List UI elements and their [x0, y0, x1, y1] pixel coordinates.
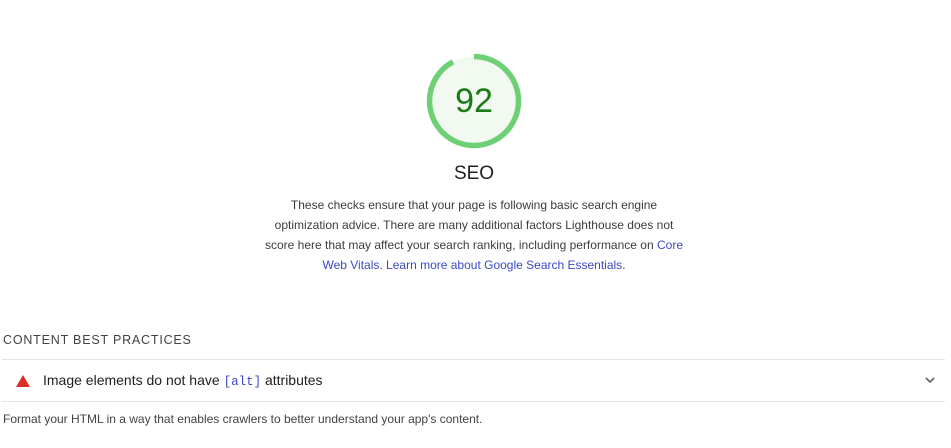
description-end: .: [622, 258, 626, 272]
audit-title-suffix: attributes: [261, 372, 323, 388]
chevron-down-icon[interactable]: [924, 374, 936, 386]
warning-triangle-icon: [16, 375, 30, 387]
search-essentials-link[interactable]: Learn more about Google Search Essential…: [386, 258, 622, 272]
description-text: These checks ensure that your page is fo…: [264, 198, 674, 252]
group-title: CONTENT BEST PRACTICES: [3, 333, 192, 347]
category-description: These checks ensure that your page is fo…: [264, 195, 684, 275]
audit-title-prefix: Image elements do not have: [43, 372, 224, 388]
category-title: SEO: [453, 163, 495, 184]
audit-title: Image elements do not have [alt] attribu…: [43, 372, 323, 389]
audit-title-code: [alt]: [223, 375, 262, 389]
divider: [2, 401, 945, 402]
seo-score-gauge[interactable]: 92: [424, 51, 524, 151]
score-value: 92: [455, 82, 493, 120]
audit-row-image-alt[interactable]: Image elements do not have [alt] attribu…: [2, 360, 945, 401]
group-description: Format your HTML in a way that enables c…: [3, 412, 483, 426]
